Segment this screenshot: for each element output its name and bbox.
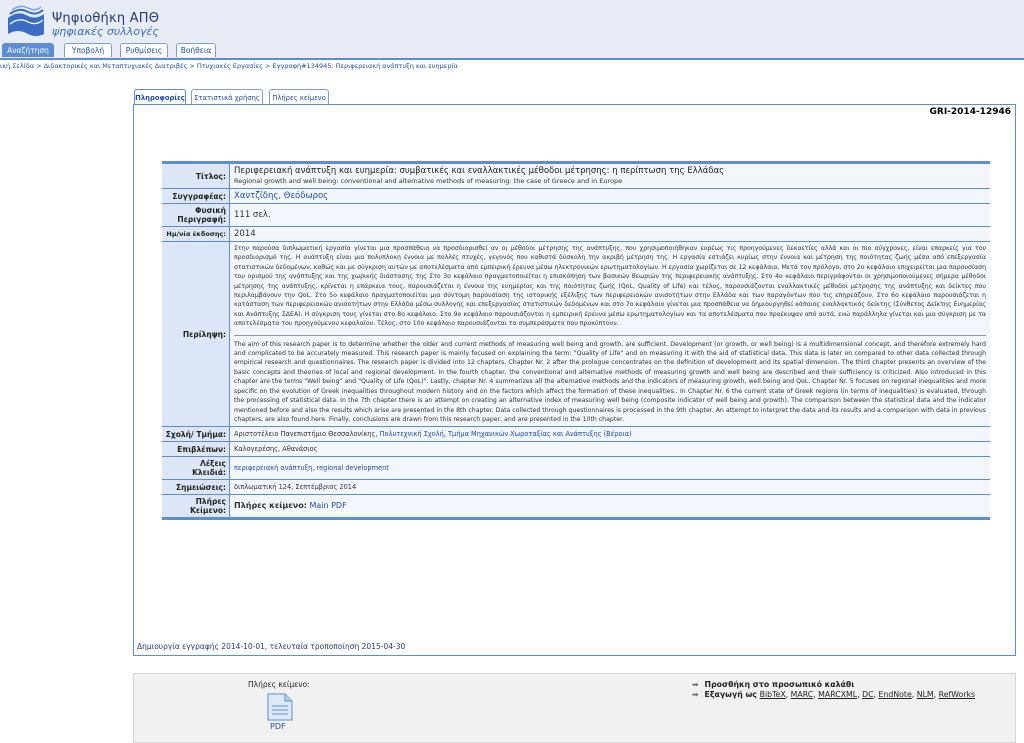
row-keywords: Λέξεις Κλειδιά: περιφερειακή ανάπτυξη, r… bbox=[162, 457, 990, 481]
label-school: Σχολή/ Τμήμα: bbox=[162, 427, 230, 442]
date-value: 2014 bbox=[230, 227, 990, 241]
add-to-basket: ➡ Προσθήκη στο προσωπικό καλάθι bbox=[692, 680, 854, 689]
record-code: GRI-2014-12946 bbox=[929, 107, 1012, 117]
main-pdf-link[interactable]: Main PDF bbox=[309, 501, 346, 511]
export-row: ➡ Εξαγωγή ως BibTeX, MARC, MARCXML, DC, E… bbox=[692, 690, 976, 699]
export-label: Εξαγωγή ως bbox=[704, 690, 760, 699]
bottom-panel: Πλήρες κείμενο: PDF ➡ Προσθήκη στο προσωπ… bbox=[133, 673, 1016, 743]
keywords-link[interactable]: περιφερειακή ανάπτυξη, regional developm… bbox=[234, 463, 389, 473]
row-school: Σχολή/ Τμήμα: Αριστοτέλειο Πανεπιστήμιο … bbox=[162, 427, 990, 443]
export-marc-link[interactable]: MARC bbox=[791, 690, 814, 699]
label-keywords: Λέξεις Κλειδιά: bbox=[162, 457, 230, 480]
bottom-fulltext-label: Πλήρες κείμενο: bbox=[248, 680, 310, 689]
label-physical: Φυσική Περιγραφή: bbox=[162, 204, 230, 226]
library-logo-icon[interactable] bbox=[6, 4, 46, 38]
notes-value: διπλωματική 124, Σεπτέμβριος 2014 bbox=[230, 480, 990, 495]
row-notes: Σημειώσεις: διπλωματική 124, Σεπτέμβριος… bbox=[162, 480, 990, 496]
row-supervisor: Επιβλέπων: Καλογερέσης, Αθανάσιος bbox=[162, 442, 990, 458]
title-english: Regional growth and well being: conventi… bbox=[234, 177, 623, 185]
record-box: GRI-2014-12946 Τίτλος: Περιφερειακή ανάπ… bbox=[133, 104, 1016, 656]
fulltext-label: Πλήρες κείμενο: bbox=[234, 501, 307, 511]
site-header: Ψηφιοθήκη ΑΠΘ ψηφιακές συλλογές Αναζήτησ… bbox=[0, 0, 1024, 60]
export-marcxml-link[interactable]: MARCXML bbox=[818, 690, 857, 699]
label-date: Ημ/νία έκδοσης: bbox=[162, 227, 230, 241]
label-supervisor: Επιβλέπων: bbox=[162, 442, 230, 457]
export-dc-link[interactable]: DC bbox=[862, 690, 873, 699]
tab-usage-statistics[interactable]: Στατιστικά χρήσης bbox=[191, 89, 263, 105]
nav-tab-settings[interactable]: Ρυθμίσεις bbox=[120, 43, 168, 57]
row-date: Ημ/νία έκδοσης: 2014 bbox=[162, 227, 990, 242]
abstract-divider bbox=[234, 334, 986, 336]
row-abstract: Περίληψη: Στην παρούσα διπλωματική εργασ… bbox=[162, 242, 990, 428]
export-bibtex-link[interactable]: BibTeX bbox=[760, 690, 786, 699]
site-title[interactable]: Ψηφιοθήκη ΑΠΘ bbox=[52, 11, 159, 26]
export-endnote-link[interactable]: EndNote bbox=[879, 690, 912, 699]
row-title: Τίτλος: Περιφερειακή ανάπτυξη και ευημερ… bbox=[162, 164, 990, 189]
label-title: Τίτλος: bbox=[162, 164, 230, 188]
nav-tab-help[interactable]: Βοήθεια bbox=[176, 43, 216, 57]
main-nav: Αναζήτηση Υποβολή Ρυθμίσεις Βοήθεια bbox=[0, 42, 1024, 60]
arrow-icon: ➡ bbox=[692, 690, 699, 699]
pdf-link[interactable]: PDF bbox=[270, 722, 286, 731]
label-author: Συγγραφέας: bbox=[162, 189, 230, 203]
export-refworks-link[interactable]: RefWorks bbox=[939, 690, 975, 699]
department-link[interactable]: Πολυτεχνική Σχολή, Τμήμα Μηχανικών Χωροτ… bbox=[380, 429, 632, 439]
add-basket-link[interactable]: Προσθήκη στο προσωπικό καλάθι bbox=[705, 680, 855, 689]
site-subtitle: ψηφιακές συλλογές bbox=[52, 25, 159, 38]
abstract-greek: Στην παρούσα διπλωματική εργασία γίνεται… bbox=[234, 245, 986, 328]
row-physical: Φυσική Περιγραφή: 111 σελ. bbox=[162, 204, 990, 227]
school-name: Αριστοτέλειο Πανεπιστήμιο Θεσσαλονίκης, bbox=[234, 430, 378, 439]
record-table: Τίτλος: Περιφερειακή ανάπτυξη και ευημερ… bbox=[162, 161, 990, 521]
export-nlm-link[interactable]: NLM bbox=[917, 690, 934, 699]
row-author: Συγγραφέας: Χαντζίδης, Θεόδωρος bbox=[162, 189, 990, 204]
nav-tab-search[interactable]: Αναζήτηση bbox=[2, 43, 54, 57]
abstract-english: The aim of this research paper is to det… bbox=[234, 340, 986, 423]
row-fulltext: Πλήρες Κείμενο: Πλήρες κείμενο: Main PDF bbox=[162, 495, 990, 518]
label-abstract: Περίληψη: bbox=[162, 242, 230, 427]
supervisor-value: Καλογερέσης, Αθανάσιος bbox=[230, 442, 990, 457]
tab-information[interactable]: Πληροφορίες bbox=[134, 89, 186, 105]
arrow-icon: ➡ bbox=[692, 680, 699, 689]
breadcrumb[interactable]: ική Σελίδα > Διδακτορικές και Μεταπτυχια… bbox=[0, 62, 458, 70]
physical-value: 111 σελ. bbox=[230, 204, 990, 226]
tab-fulltext[interactable]: Πλήρες κείμενο bbox=[269, 89, 329, 105]
record-footer: Δημιουργία εγγραφής 2014-10-01, τελευταί… bbox=[137, 642, 406, 651]
author-link[interactable]: Χαντζίδης, Θεόδωρος bbox=[234, 191, 328, 201]
title-greek: Περιφερειακή ανάπτυξη και ευημερία: συμβ… bbox=[234, 166, 725, 176]
label-fulltext: Πλήρες Κείμενο: bbox=[162, 495, 230, 518]
nav-tab-submit[interactable]: Υποβολή bbox=[64, 43, 112, 57]
label-notes: Σημειώσεις: bbox=[162, 480, 230, 495]
